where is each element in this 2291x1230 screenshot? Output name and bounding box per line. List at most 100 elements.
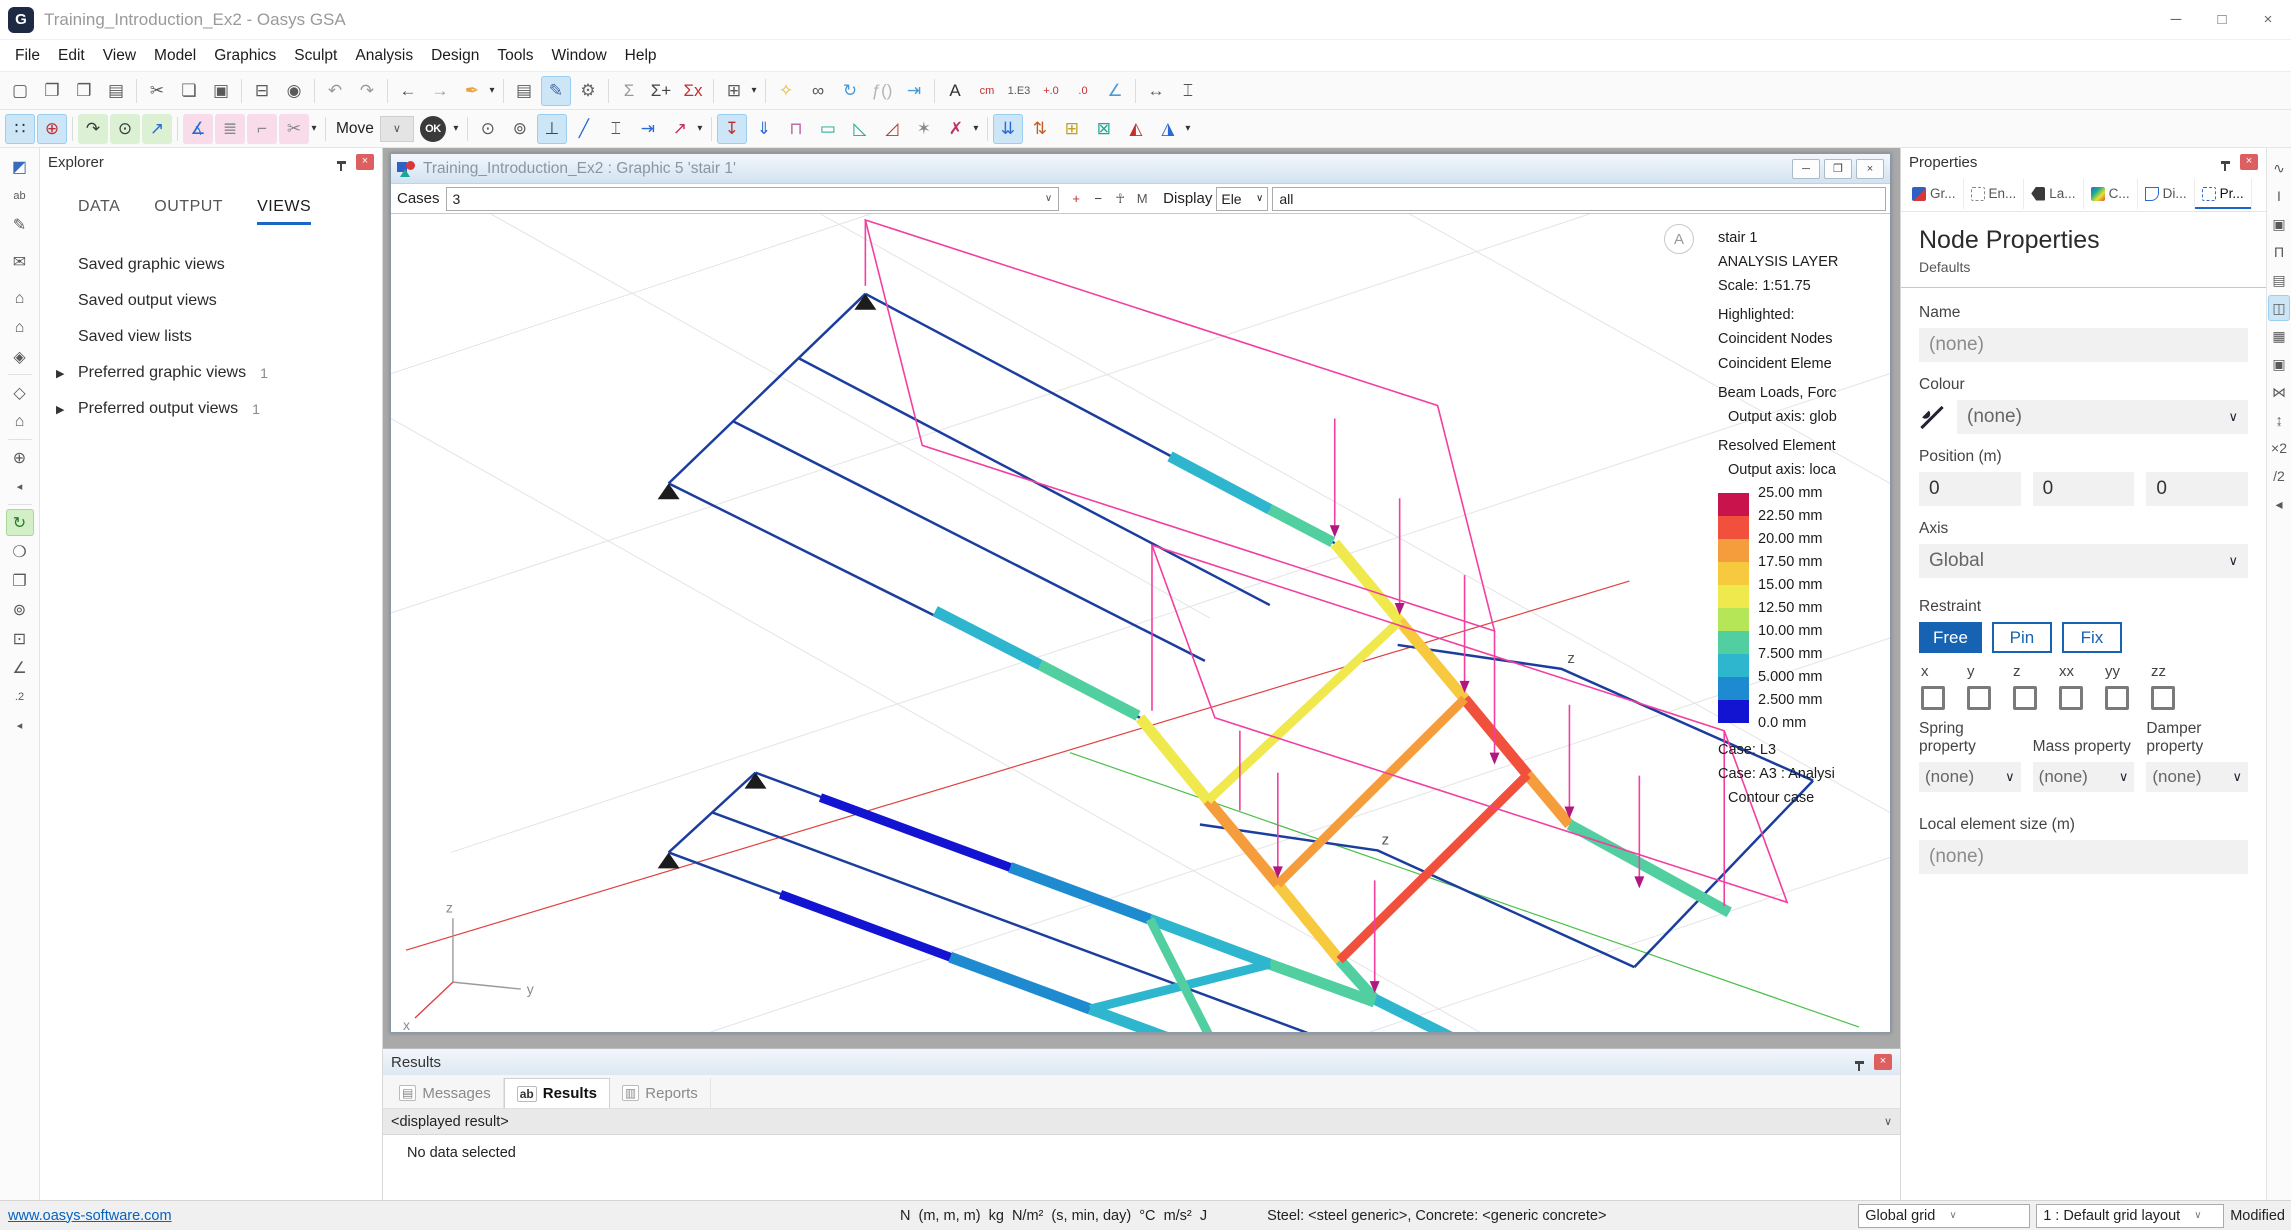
restraint-checkbox[interactable]	[2013, 686, 2037, 710]
polyline-icon[interactable]: Π	[2268, 239, 2290, 265]
grid-layout-select[interactable]: 1 : Default grid layout ∨	[2036, 1204, 2224, 1228]
restraint-button[interactable]: Fix	[2062, 622, 2122, 653]
results-tab[interactable]: ab Results	[504, 1078, 610, 1108]
table-view-icon[interactable]: ▤	[509, 76, 539, 106]
new-graphic-view-icon[interactable]: ◩	[6, 153, 34, 180]
angle-icon[interactable]: ∠	[1100, 76, 1130, 106]
menu-item[interactable]: Window	[543, 43, 616, 69]
print-preview-icon[interactable]: ◉	[279, 76, 309, 106]
node-number-icon[interactable]: ⊚	[505, 114, 535, 144]
mass-property-select[interactable]: (none)∨	[2033, 762, 2135, 792]
add-circle-icon[interactable]: ⊙	[110, 114, 140, 144]
new-output-view-icon[interactable]: ab	[6, 182, 34, 209]
toolbar-icon[interactable]	[136, 79, 137, 103]
pin-icon[interactable]	[337, 161, 346, 164]
sculpt-mode-icon[interactable]: ✎	[6, 211, 34, 238]
toolbar-icon[interactable]	[934, 79, 935, 103]
menu-item[interactable]: Graphics	[205, 43, 285, 69]
person-icon[interactable]: ☥	[1110, 188, 1130, 210]
menu-item[interactable]: Design	[422, 43, 488, 69]
add-decimal-icon[interactable]: +.0	[1036, 76, 1066, 106]
select-elements-icon[interactable]: ⊡	[6, 625, 34, 652]
display-list-input[interactable]: all	[1272, 187, 1886, 211]
trim-icon[interactable]: ✂	[279, 114, 309, 144]
new-icon[interactable]: ▢	[5, 76, 35, 106]
load-dropdown-icon[interactable]: ▾	[970, 114, 982, 144]
ok-button[interactable]: OK	[420, 116, 446, 142]
graphic-settings-icon[interactable]: ▣	[2268, 351, 2290, 377]
annotation-badge[interactable]: A	[1664, 224, 1694, 254]
sculpt-dropdown-icon[interactable]: ▾	[308, 114, 320, 144]
graphic-window-titlebar[interactable]: Training_Introduction_Ex2 : Graphic 5 's…	[391, 154, 1890, 184]
painter-dropdown-icon[interactable]: ▾	[486, 76, 498, 106]
multiload-dropdown-icon[interactable]: ▾	[1182, 114, 1194, 144]
properties-tab[interactable]: Gr...	[1905, 179, 1964, 209]
minimize-button[interactable]: ─	[2153, 1, 2199, 39]
view-plan-icon[interactable]: ⌂	[6, 408, 34, 435]
paste-icon[interactable]: ▣	[206, 76, 236, 106]
expand-arrow-icon[interactable]: ▶	[56, 367, 64, 380]
view-iso-icon[interactable]: ◈	[6, 343, 34, 370]
sculpt-pencil-icon[interactable]: ✎	[541, 76, 571, 106]
left-strip-icon[interactable]	[8, 374, 32, 375]
child-restore-button[interactable]: ❐	[1824, 159, 1852, 179]
copy-icon[interactable]: ❏	[174, 76, 204, 106]
axis-select[interactable]: Global ∨	[1919, 544, 2248, 578]
select-nodes-icon[interactable]: ⊚	[6, 596, 34, 623]
toolbar-icon[interactable]	[765, 79, 766, 103]
support-icon[interactable]: ⊥	[537, 114, 567, 144]
redo-icon[interactable]: ↷	[352, 76, 382, 106]
undo-icon[interactable]: ↶	[320, 76, 350, 106]
restraint-button[interactable]: Free	[1919, 622, 1982, 653]
properties-tab[interactable]: Di...	[2138, 179, 2195, 209]
save-view-icon[interactable]: ⊞	[719, 76, 749, 106]
left-strip-icon[interactable]	[6, 277, 34, 283]
close-file-icon[interactable]: ❒	[69, 76, 99, 106]
node-load-icon[interactable]: ↧	[717, 114, 747, 144]
print-icon[interactable]: ⊟	[247, 76, 277, 106]
swap-icon[interactable]: ↻	[835, 76, 865, 106]
scale-down-icon[interactable]: /2	[2268, 463, 2290, 489]
toolbar-icon[interactable]	[987, 117, 988, 141]
scale-up-icon[interactable]: ×2	[2268, 435, 2290, 461]
oasys-website-link[interactable]: www.oasys-software.com	[0, 1208, 420, 1224]
explorer-list-item[interactable]: Saved output views	[40, 283, 382, 319]
explorer-tab[interactable]: DATA	[78, 198, 120, 225]
grid-area-load-icon[interactable]: ⊠	[1089, 114, 1119, 144]
back-icon[interactable]: ←	[393, 76, 423, 106]
move-mode-combo[interactable]: ∨	[380, 116, 414, 142]
spring-property-select[interactable]: (none)∨	[1919, 762, 2021, 792]
offset-icon[interactable]: ↗	[665, 114, 695, 144]
menu-item[interactable]: Sculpt	[285, 43, 346, 69]
decimal-view-icon[interactable]: .2	[6, 683, 34, 710]
measure-angle-icon[interactable]: ∠	[6, 654, 34, 681]
view-back-icon[interactable]: ⌂	[6, 314, 34, 341]
analyse-all-icon[interactable]: Σ	[614, 76, 644, 106]
load-case-icon[interactable]: ⇅	[1025, 114, 1055, 144]
element-dropdown-icon[interactable]: ▾	[694, 114, 706, 144]
beam-load-icon[interactable]: ⇓	[749, 114, 779, 144]
close-panel-icon[interactable]: ×	[1874, 1054, 1892, 1070]
add-element-icon[interactable]: ↗	[142, 114, 172, 144]
restraint-checkbox[interactable]	[2105, 686, 2129, 710]
section-i-icon[interactable]: I	[2268, 183, 2290, 209]
toolbar-icon[interactable]	[72, 117, 73, 141]
toolbar-icon[interactable]	[314, 79, 315, 103]
contour-settings-icon[interactable]: ▦	[2268, 323, 2290, 349]
ibeam-dim-icon[interactable]: ⌶	[1173, 76, 1203, 106]
toolbar-icon[interactable]	[711, 117, 712, 141]
toolbar-icon[interactable]	[467, 117, 468, 141]
font-icon[interactable]: A	[940, 76, 970, 106]
toolbar-icon[interactable]	[713, 79, 714, 103]
units-icon[interactable]: cm	[972, 76, 1002, 106]
zoom-extents-icon[interactable]: ⊕	[6, 444, 34, 471]
add-node-icon[interactable]: ⊕	[37, 114, 67, 144]
beam-number-icon[interactable]: ╱	[569, 114, 599, 144]
zoom-icon[interactable]: ❍	[6, 538, 34, 565]
position-input[interactable]: 0	[1919, 472, 2021, 506]
pin-icon[interactable]	[1855, 1061, 1864, 1064]
child-close-button[interactable]: ×	[1856, 159, 1884, 179]
dim-horizontal-icon[interactable]: ↔	[1141, 76, 1171, 106]
load-y-icon[interactable]: ◮	[1153, 114, 1183, 144]
release-icon[interactable]: ⇥	[633, 114, 663, 144]
